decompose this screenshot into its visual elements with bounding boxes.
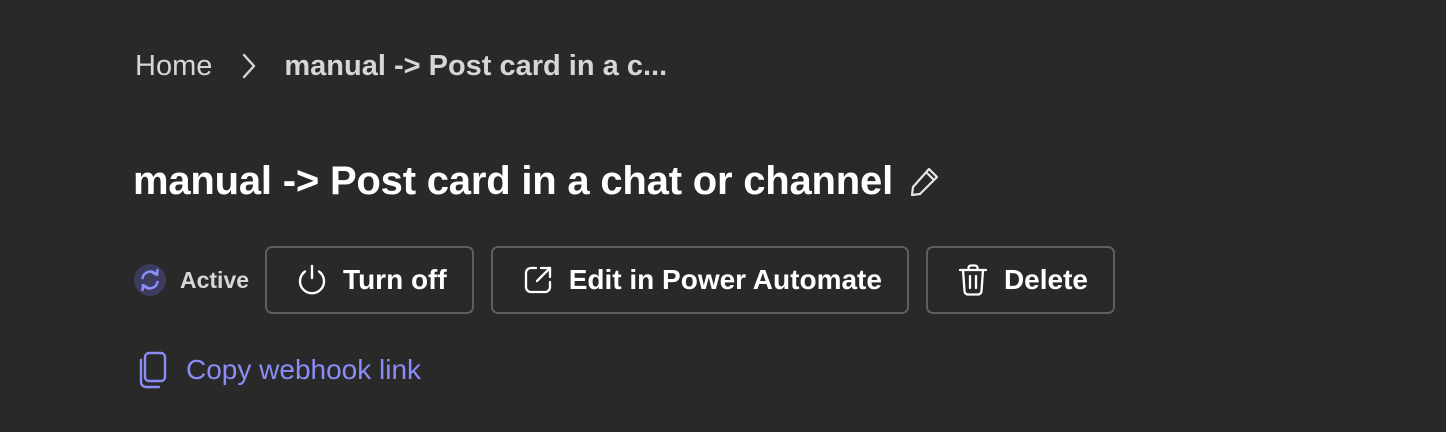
power-icon [295, 263, 329, 297]
breadcrumb-current: manual -> Post card in a c... [284, 50, 668, 82]
pencil-icon[interactable] [907, 163, 943, 199]
copy-webhook-link-label: Copy webhook link [186, 354, 422, 385]
chevron-right-icon [242, 53, 256, 79]
turn-off-button[interactable]: Turn off [265, 246, 474, 314]
edit-in-power-automate-label: Edit in Power Automate [568, 264, 882, 295]
trash-icon [956, 263, 990, 297]
sync-icon [133, 263, 167, 297]
copy-icon [138, 351, 168, 389]
status-label: Active [180, 266, 250, 293]
page-title: manual -> Post card in a chat or channel [133, 158, 893, 203]
title-row: manual -> Post card in a chat or channel [133, 154, 943, 208]
action-bar: Active Turn off Edit in Power Automate D… [133, 246, 1132, 314]
copy-webhook-link[interactable]: Copy webhook link [138, 348, 421, 392]
breadcrumb-home-link[interactable]: Home [135, 46, 212, 86]
breadcrumb: Home manual -> Post card in a c... [135, 46, 667, 86]
status-indicator: Active [133, 263, 249, 297]
delete-label: Delete [1003, 264, 1088, 295]
turn-off-label: Turn off [343, 264, 447, 295]
edit-in-power-automate-button[interactable]: Edit in Power Automate [490, 246, 909, 314]
open-external-icon [521, 263, 555, 297]
delete-button[interactable]: Delete [925, 246, 1115, 314]
